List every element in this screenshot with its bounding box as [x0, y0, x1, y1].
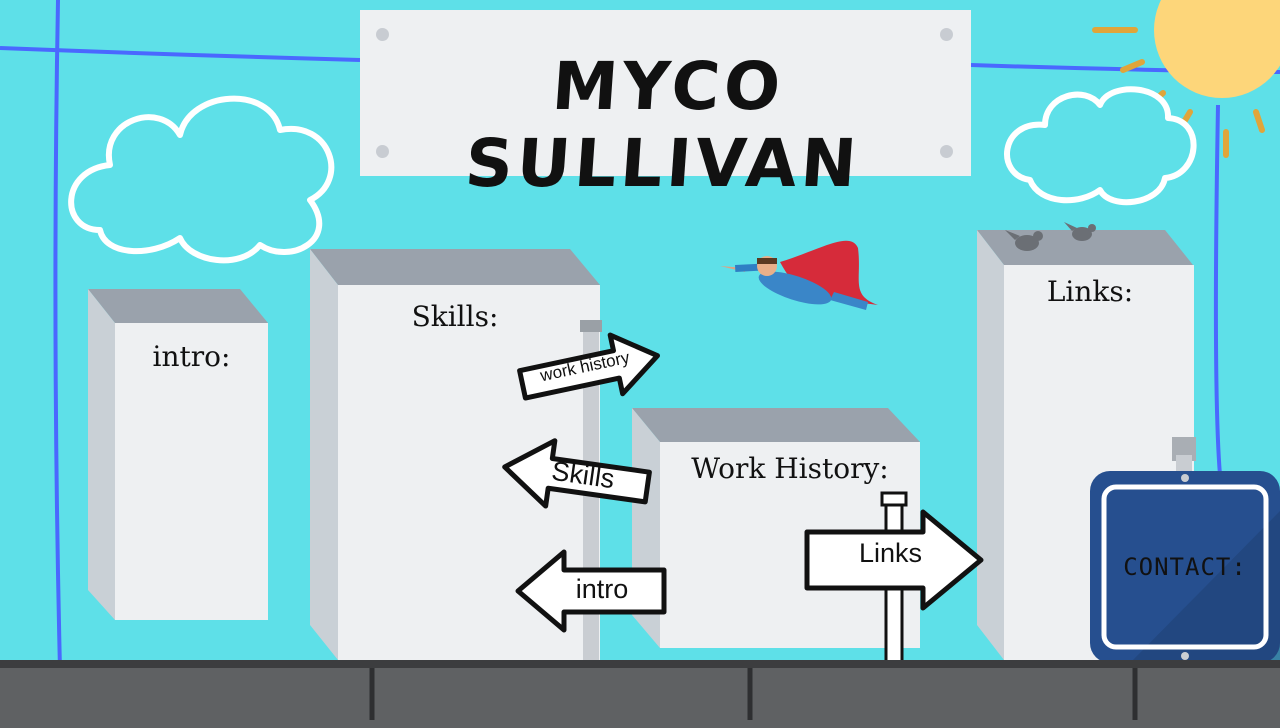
- ground-seams: [369, 668, 1138, 720]
